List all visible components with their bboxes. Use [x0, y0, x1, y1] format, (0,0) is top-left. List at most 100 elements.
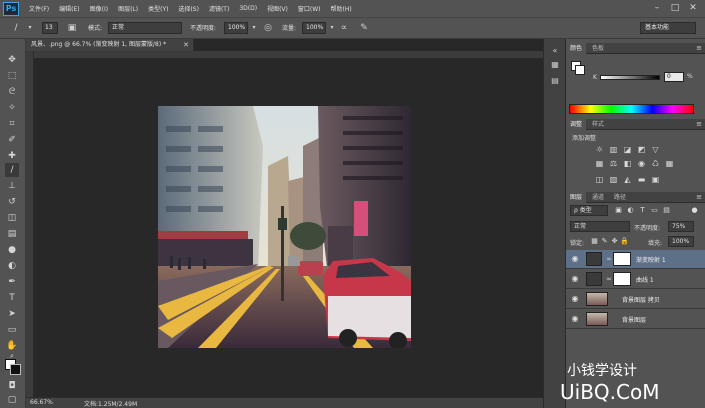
menu-edit[interactable]: 编辑(E) — [59, 4, 79, 13]
quick-mask-icon[interactable]: ◘ — [5, 379, 19, 393]
invert-icon[interactable]: ◫ — [594, 175, 605, 185]
selective-color-icon[interactable]: ▣ — [650, 175, 661, 185]
screen-mode-icon[interactable]: ▢ — [5, 393, 19, 407]
menu-select[interactable]: 选择(S) — [178, 4, 199, 13]
tab-adjustments[interactable]: 调整 — [566, 119, 587, 130]
black-white-icon[interactable]: ◧ — [622, 159, 633, 169]
document-tab[interactable]: 风景、.png @ 66.7% (渐变映射 1, 图层蒙版/8) * ✕ — [26, 39, 194, 51]
crop-tool-icon[interactable]: ⌗ — [5, 117, 19, 131]
layer-row[interactable]: ◉ ∞ 曲线 1 — [566, 270, 705, 289]
zoom-level[interactable]: 66.67% — [30, 399, 53, 406]
eye-icon[interactable]: ◉ — [570, 254, 580, 264]
document-image[interactable] — [158, 106, 411, 348]
menu-layer[interactable]: 图层(L) — [118, 4, 138, 13]
smart-object-filter-icon[interactable]: ▤ — [662, 206, 671, 215]
photo-filter-icon[interactable]: ◉ — [636, 159, 647, 169]
menu-file[interactable]: 文件(F) — [29, 4, 49, 13]
pressure-opacity-icon[interactable]: ◎ — [262, 22, 274, 34]
layer-row[interactable]: ◉ 背景图层 — [566, 310, 705, 329]
vibrance-icon[interactable]: ▽ — [650, 145, 661, 155]
menu-help[interactable]: 帮助(H) — [331, 4, 352, 13]
chevron-down-icon[interactable]: ▾ — [24, 22, 36, 34]
collapse-panels-icon[interactable]: « — [549, 45, 561, 57]
vertical-ruler[interactable] — [26, 51, 34, 398]
color-balance-icon[interactable]: ⚖ — [608, 159, 619, 169]
marquee-tool-icon[interactable]: ⬚ — [5, 69, 19, 83]
curves-icon[interactable]: ◪ — [622, 145, 633, 155]
posterize-icon[interactable]: ▨ — [608, 175, 619, 185]
brightness-icon[interactable]: ☼ — [594, 145, 605, 155]
fill-field[interactable]: 100% — [668, 236, 694, 247]
panel-menu-icon[interactable]: ≡ — [696, 119, 702, 130]
lock-transparency-icon[interactable]: ▦ — [590, 237, 599, 246]
tab-styles[interactable]: 样式 — [588, 119, 608, 130]
eye-icon[interactable]: ◉ — [570, 274, 580, 284]
path-select-tool-icon[interactable]: ➤ — [5, 307, 19, 321]
hue-saturation-icon[interactable]: ▦ — [594, 159, 605, 169]
menu-type[interactable]: 类型(Y) — [148, 4, 168, 13]
panel-menu-icon[interactable]: ≡ — [696, 43, 702, 54]
adjustment-filter-icon[interactable]: ◐ — [626, 206, 635, 215]
history-brush-tool-icon[interactable]: ↺ — [5, 195, 19, 209]
lock-position-icon[interactable]: ✥ — [610, 237, 619, 246]
eraser-tool-icon[interactable]: ◫ — [5, 211, 19, 225]
eyedropper-tool-icon[interactable]: ✐ — [5, 133, 19, 147]
eye-icon[interactable]: ◉ — [570, 314, 580, 324]
opacity-chevron-icon[interactable]: ▾ — [248, 22, 260, 34]
layer-mask-thumbnail[interactable] — [613, 252, 631, 266]
brush-panel-icon[interactable]: ▣ — [66, 22, 78, 34]
threshold-icon[interactable]: ◭ — [622, 175, 633, 185]
pen-tool-icon[interactable]: ✒ — [5, 275, 19, 289]
gradient-map-icon[interactable]: ▬ — [636, 175, 647, 185]
dodge-tool-icon[interactable]: ◐ — [5, 259, 19, 273]
k-channel-slider[interactable] — [600, 75, 660, 80]
blur-tool-icon[interactable]: ● — [5, 243, 19, 257]
properties-panel-icon[interactable]: ▤ — [549, 75, 561, 87]
background-color-swatch[interactable] — [10, 364, 21, 375]
close-icon[interactable]: ✕ — [183, 39, 189, 51]
tab-paths[interactable]: 路径 — [610, 192, 630, 203]
brush-size-picker[interactable]: 13 — [42, 22, 58, 34]
color-spectrum-ramp[interactable] — [569, 104, 694, 114]
lasso-tool-icon[interactable]: ᘓ — [5, 85, 19, 99]
layer-name[interactable]: 渐变映射 1 — [636, 255, 666, 264]
text-filter-icon[interactable]: T — [638, 206, 647, 215]
filter-toggle-icon[interactable]: ● — [690, 206, 699, 215]
clone-stamp-tool-icon[interactable]: ⊥ — [5, 179, 19, 193]
opacity-field[interactable]: 100% — [224, 22, 248, 34]
blend-mode-select[interactable]: 正常 — [570, 221, 630, 232]
minimize-button[interactable]: – — [650, 2, 664, 14]
gradient-tool-icon[interactable]: ▤ — [5, 227, 19, 241]
link-icon[interactable]: ∞ — [605, 254, 613, 264]
channel-mixer-icon[interactable]: ♺ — [650, 159, 661, 169]
layer-opacity-field[interactable]: 75% — [668, 221, 694, 232]
airbrush-icon[interactable]: ∝ — [338, 22, 350, 34]
flow-chevron-icon[interactable]: ▾ — [326, 22, 338, 34]
layer-name[interactable]: 曲线 1 — [636, 275, 654, 284]
maximize-button[interactable]: □ — [668, 2, 682, 14]
tab-layers[interactable]: 图层 — [566, 192, 587, 203]
close-button[interactable]: ✕ — [686, 2, 700, 14]
menu-view[interactable]: 视图(V) — [267, 4, 288, 13]
menu-filter[interactable]: 滤镜(T) — [209, 4, 229, 13]
lock-all-icon[interactable]: 🔒 — [620, 237, 629, 246]
menu-window[interactable]: 窗口(W) — [298, 4, 321, 13]
workspace-select[interactable]: 基本功能 — [640, 22, 696, 34]
flow-field[interactable]: 100% — [302, 22, 326, 34]
tab-channels[interactable]: 通道 — [588, 192, 608, 203]
layer-name[interactable]: 背景图层 — [622, 315, 646, 324]
levels-icon[interactable]: ▥ — [608, 145, 619, 155]
color-lookup-icon[interactable]: ▦ — [664, 159, 675, 169]
shape-filter-icon[interactable]: ▭ — [650, 206, 659, 215]
menu-image[interactable]: 图像(I) — [90, 4, 108, 13]
panel-menu-icon[interactable]: ≡ — [696, 192, 702, 203]
tab-swatches[interactable]: 色板 — [588, 43, 608, 54]
brush-tool-icon[interactable]: / — [10, 22, 22, 34]
link-icon[interactable]: ∞ — [605, 274, 613, 284]
type-tool-icon[interactable]: T — [5, 291, 19, 305]
quick-select-tool-icon[interactable]: ✧ — [5, 101, 19, 115]
layer-name[interactable]: 背景图层 拷贝 — [622, 295, 660, 304]
lock-pixels-icon[interactable]: ✎ — [600, 237, 609, 246]
shape-tool-icon[interactable]: ▭ — [5, 323, 19, 337]
history-panel-icon[interactable]: ▦ — [549, 59, 561, 71]
